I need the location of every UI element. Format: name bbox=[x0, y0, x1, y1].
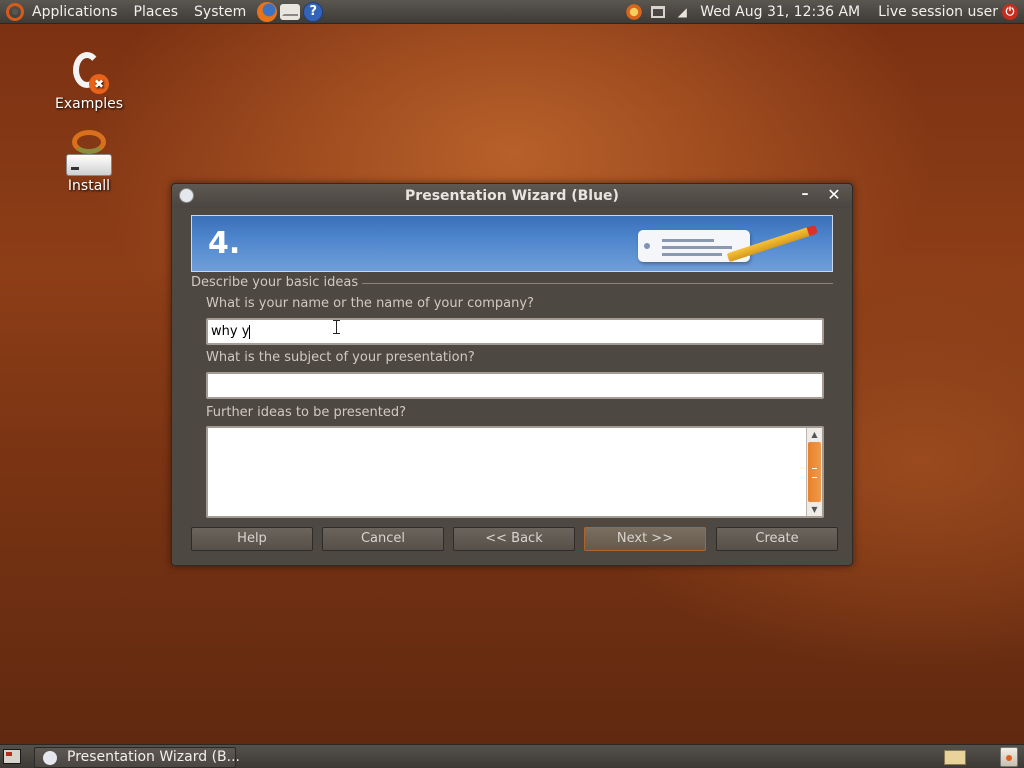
taskbar-item-label: Presentation Wizard (B... bbox=[67, 749, 240, 765]
menu-applications[interactable]: Applications bbox=[24, 0, 126, 24]
desktop-icon-label: Examples bbox=[54, 96, 124, 112]
name-label: What is your name or the name of your co… bbox=[206, 296, 534, 311]
workspace-switcher[interactable] bbox=[944, 750, 966, 765]
presentation-wizard-dialog: Presentation Wizard (Blue) – ✕ 4. Descri… bbox=[171, 183, 853, 566]
user-menu[interactable]: Live session user bbox=[870, 4, 1002, 20]
section-label: Describe your basic ideas bbox=[191, 275, 363, 290]
top-panel: Applications Places System ? ◢ Wed Aug 3… bbox=[0, 0, 1024, 24]
menu-system[interactable]: System bbox=[186, 0, 254, 24]
close-icon[interactable]: ✕ bbox=[825, 185, 843, 205]
desktop-icon-install[interactable]: Install bbox=[39, 130, 139, 194]
bottom-panel: Presentation Wizard (B... bbox=[0, 744, 1024, 768]
firefox-icon[interactable] bbox=[257, 1, 278, 22]
back-button[interactable]: << Back bbox=[453, 527, 575, 551]
text-caret bbox=[249, 324, 251, 339]
window-list-icon[interactable] bbox=[649, 3, 667, 21]
next-button[interactable]: Next >> bbox=[584, 527, 706, 551]
examples-folder-icon: ✖ bbox=[69, 50, 109, 94]
power-icon[interactable]: ⏻ bbox=[1002, 3, 1018, 20]
volume-icon[interactable]: ◢ bbox=[673, 3, 691, 21]
trash-icon[interactable] bbox=[1000, 747, 1018, 767]
minimize-icon[interactable]: – bbox=[796, 186, 814, 206]
app-icon bbox=[43, 751, 57, 765]
ideas-textarea[interactable]: ▲ ▼ bbox=[206, 426, 824, 518]
update-notifier-icon[interactable] bbox=[625, 2, 644, 21]
clock[interactable]: Wed Aug 31, 12:36 AM bbox=[694, 4, 870, 20]
ubuntu-logo-icon[interactable] bbox=[6, 2, 24, 21]
desktop-icon-examples[interactable]: ✖ Examples bbox=[39, 50, 139, 112]
taskbar-item-presentation-wizard[interactable]: Presentation Wizard (B... bbox=[34, 747, 240, 768]
scroll-down-arrow-icon[interactable]: ▼ bbox=[807, 503, 822, 516]
subject-label: What is the subject of your presentation… bbox=[206, 350, 475, 365]
cancel-button[interactable]: Cancel bbox=[322, 527, 444, 551]
name-input[interactable]: why y bbox=[206, 318, 824, 345]
subject-input[interactable] bbox=[206, 372, 824, 399]
dialog-title: Presentation Wizard (Blue) bbox=[405, 188, 619, 204]
show-desktop-icon[interactable] bbox=[3, 749, 21, 764]
step-number: 4. bbox=[208, 226, 241, 261]
dialog-titlebar[interactable]: Presentation Wizard (Blue) – ✕ bbox=[172, 184, 852, 208]
menu-places[interactable]: Places bbox=[126, 0, 187, 24]
desktop-icon-label: Install bbox=[67, 178, 111, 194]
ideas-label: Further ideas to be presented? bbox=[206, 405, 407, 420]
mail-icon[interactable] bbox=[280, 3, 301, 20]
create-button[interactable]: Create bbox=[716, 527, 838, 551]
name-input-value: why y bbox=[211, 324, 250, 339]
ideas-scrollbar[interactable]: ▲ ▼ bbox=[806, 428, 822, 516]
wizard-banner: 4. bbox=[191, 215, 833, 272]
scroll-thumb[interactable] bbox=[808, 442, 821, 502]
text-cursor-icon bbox=[333, 320, 341, 334]
scroll-up-arrow-icon[interactable]: ▲ bbox=[807, 428, 822, 441]
install-icon bbox=[64, 130, 114, 176]
help-icon[interactable]: ? bbox=[303, 1, 324, 22]
help-button[interactable]: Help bbox=[191, 527, 313, 551]
